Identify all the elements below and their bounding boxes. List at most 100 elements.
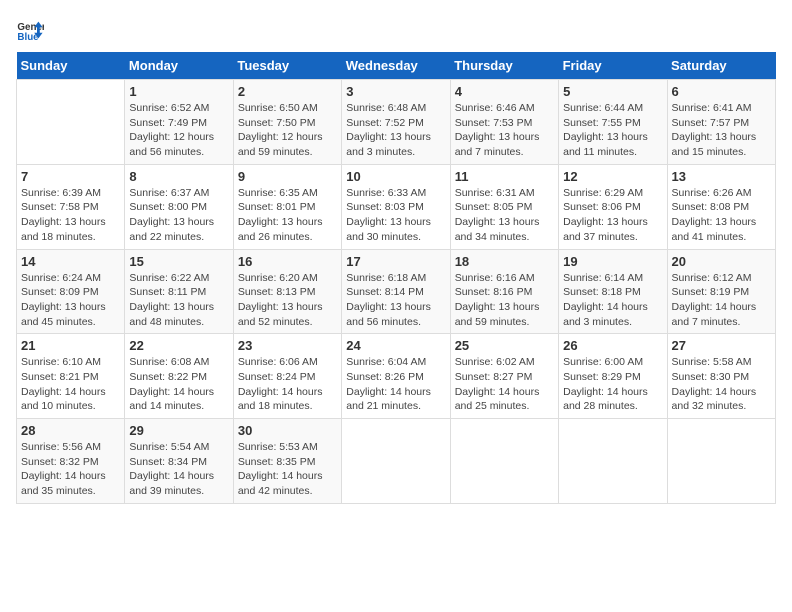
logo: General Blue bbox=[16, 16, 44, 44]
day-number: 28 bbox=[21, 423, 120, 438]
day-info: Sunrise: 6:29 AMSunset: 8:06 PMDaylight:… bbox=[563, 186, 662, 245]
day-number: 22 bbox=[129, 338, 228, 353]
day-number: 8 bbox=[129, 169, 228, 184]
day-cell: 23 Sunrise: 6:06 AMSunset: 8:24 PMDaylig… bbox=[233, 334, 341, 419]
day-cell: 20 Sunrise: 6:12 AMSunset: 8:19 PMDaylig… bbox=[667, 249, 775, 334]
day-cell: 2 Sunrise: 6:50 AMSunset: 7:50 PMDayligh… bbox=[233, 80, 341, 165]
days-header-row: SundayMondayTuesdayWednesdayThursdayFrid… bbox=[17, 52, 776, 80]
week-row-4: 21 Sunrise: 6:10 AMSunset: 8:21 PMDaylig… bbox=[17, 334, 776, 419]
day-number: 29 bbox=[129, 423, 228, 438]
day-info: Sunrise: 5:58 AMSunset: 8:30 PMDaylight:… bbox=[672, 355, 771, 414]
day-number: 12 bbox=[563, 169, 662, 184]
day-number: 18 bbox=[455, 254, 554, 269]
day-number: 30 bbox=[238, 423, 337, 438]
week-row-1: 1 Sunrise: 6:52 AMSunset: 7:49 PMDayligh… bbox=[17, 80, 776, 165]
day-info: Sunrise: 6:37 AMSunset: 8:00 PMDaylight:… bbox=[129, 186, 228, 245]
day-cell: 27 Sunrise: 5:58 AMSunset: 8:30 PMDaylig… bbox=[667, 334, 775, 419]
day-info: Sunrise: 6:02 AMSunset: 8:27 PMDaylight:… bbox=[455, 355, 554, 414]
day-info: Sunrise: 6:16 AMSunset: 8:16 PMDaylight:… bbox=[455, 271, 554, 330]
day-number: 5 bbox=[563, 84, 662, 99]
day-cell: 5 Sunrise: 6:44 AMSunset: 7:55 PMDayligh… bbox=[559, 80, 667, 165]
day-cell: 29 Sunrise: 5:54 AMSunset: 8:34 PMDaylig… bbox=[125, 419, 233, 504]
day-info: Sunrise: 6:52 AMSunset: 7:49 PMDaylight:… bbox=[129, 101, 228, 160]
day-header-tuesday: Tuesday bbox=[233, 52, 341, 80]
day-cell bbox=[559, 419, 667, 504]
day-cell: 24 Sunrise: 6:04 AMSunset: 8:26 PMDaylig… bbox=[342, 334, 450, 419]
day-cell: 8 Sunrise: 6:37 AMSunset: 8:00 PMDayligh… bbox=[125, 164, 233, 249]
day-info: Sunrise: 6:08 AMSunset: 8:22 PMDaylight:… bbox=[129, 355, 228, 414]
day-cell: 25 Sunrise: 6:02 AMSunset: 8:27 PMDaylig… bbox=[450, 334, 558, 419]
day-number: 7 bbox=[21, 169, 120, 184]
day-cell: 1 Sunrise: 6:52 AMSunset: 7:49 PMDayligh… bbox=[125, 80, 233, 165]
day-cell bbox=[17, 80, 125, 165]
day-cell: 15 Sunrise: 6:22 AMSunset: 8:11 PMDaylig… bbox=[125, 249, 233, 334]
day-number: 16 bbox=[238, 254, 337, 269]
day-cell: 9 Sunrise: 6:35 AMSunset: 8:01 PMDayligh… bbox=[233, 164, 341, 249]
day-info: Sunrise: 6:41 AMSunset: 7:57 PMDaylight:… bbox=[672, 101, 771, 160]
day-info: Sunrise: 6:39 AMSunset: 7:58 PMDaylight:… bbox=[21, 186, 120, 245]
week-row-2: 7 Sunrise: 6:39 AMSunset: 7:58 PMDayligh… bbox=[17, 164, 776, 249]
day-cell: 3 Sunrise: 6:48 AMSunset: 7:52 PMDayligh… bbox=[342, 80, 450, 165]
day-info: Sunrise: 5:53 AMSunset: 8:35 PMDaylight:… bbox=[238, 440, 337, 499]
day-header-friday: Friday bbox=[559, 52, 667, 80]
day-number: 10 bbox=[346, 169, 445, 184]
day-cell: 21 Sunrise: 6:10 AMSunset: 8:21 PMDaylig… bbox=[17, 334, 125, 419]
day-number: 11 bbox=[455, 169, 554, 184]
day-info: Sunrise: 6:14 AMSunset: 8:18 PMDaylight:… bbox=[563, 271, 662, 330]
day-cell: 10 Sunrise: 6:33 AMSunset: 8:03 PMDaylig… bbox=[342, 164, 450, 249]
day-info: Sunrise: 6:22 AMSunset: 8:11 PMDaylight:… bbox=[129, 271, 228, 330]
day-info: Sunrise: 6:26 AMSunset: 8:08 PMDaylight:… bbox=[672, 186, 771, 245]
day-number: 27 bbox=[672, 338, 771, 353]
day-number: 21 bbox=[21, 338, 120, 353]
day-cell: 6 Sunrise: 6:41 AMSunset: 7:57 PMDayligh… bbox=[667, 80, 775, 165]
day-header-wednesday: Wednesday bbox=[342, 52, 450, 80]
day-info: Sunrise: 6:35 AMSunset: 8:01 PMDaylight:… bbox=[238, 186, 337, 245]
day-info: Sunrise: 6:10 AMSunset: 8:21 PMDaylight:… bbox=[21, 355, 120, 414]
week-row-5: 28 Sunrise: 5:56 AMSunset: 8:32 PMDaylig… bbox=[17, 419, 776, 504]
day-number: 9 bbox=[238, 169, 337, 184]
day-cell: 11 Sunrise: 6:31 AMSunset: 8:05 PMDaylig… bbox=[450, 164, 558, 249]
day-number: 15 bbox=[129, 254, 228, 269]
day-number: 23 bbox=[238, 338, 337, 353]
day-cell: 17 Sunrise: 6:18 AMSunset: 8:14 PMDaylig… bbox=[342, 249, 450, 334]
day-number: 26 bbox=[563, 338, 662, 353]
day-number: 19 bbox=[563, 254, 662, 269]
day-number: 1 bbox=[129, 84, 228, 99]
day-cell: 30 Sunrise: 5:53 AMSunset: 8:35 PMDaylig… bbox=[233, 419, 341, 504]
day-header-thursday: Thursday bbox=[450, 52, 558, 80]
day-info: Sunrise: 6:04 AMSunset: 8:26 PMDaylight:… bbox=[346, 355, 445, 414]
day-cell: 19 Sunrise: 6:14 AMSunset: 8:18 PMDaylig… bbox=[559, 249, 667, 334]
day-number: 20 bbox=[672, 254, 771, 269]
day-info: Sunrise: 6:33 AMSunset: 8:03 PMDaylight:… bbox=[346, 186, 445, 245]
day-number: 4 bbox=[455, 84, 554, 99]
day-header-sunday: Sunday bbox=[17, 52, 125, 80]
day-info: Sunrise: 5:54 AMSunset: 8:34 PMDaylight:… bbox=[129, 440, 228, 499]
day-info: Sunrise: 6:06 AMSunset: 8:24 PMDaylight:… bbox=[238, 355, 337, 414]
day-info: Sunrise: 6:00 AMSunset: 8:29 PMDaylight:… bbox=[563, 355, 662, 414]
day-cell: 18 Sunrise: 6:16 AMSunset: 8:16 PMDaylig… bbox=[450, 249, 558, 334]
header: General Blue bbox=[16, 16, 776, 44]
day-info: Sunrise: 6:50 AMSunset: 7:50 PMDaylight:… bbox=[238, 101, 337, 160]
day-header-monday: Monday bbox=[125, 52, 233, 80]
day-number: 14 bbox=[21, 254, 120, 269]
day-cell bbox=[342, 419, 450, 504]
day-header-saturday: Saturday bbox=[667, 52, 775, 80]
day-cell: 4 Sunrise: 6:46 AMSunset: 7:53 PMDayligh… bbox=[450, 80, 558, 165]
logo-icon: General Blue bbox=[16, 16, 44, 44]
day-cell: 7 Sunrise: 6:39 AMSunset: 7:58 PMDayligh… bbox=[17, 164, 125, 249]
day-cell: 28 Sunrise: 5:56 AMSunset: 8:32 PMDaylig… bbox=[17, 419, 125, 504]
day-number: 3 bbox=[346, 84, 445, 99]
day-info: Sunrise: 6:46 AMSunset: 7:53 PMDaylight:… bbox=[455, 101, 554, 160]
day-number: 2 bbox=[238, 84, 337, 99]
day-cell: 26 Sunrise: 6:00 AMSunset: 8:29 PMDaylig… bbox=[559, 334, 667, 419]
day-cell: 22 Sunrise: 6:08 AMSunset: 8:22 PMDaylig… bbox=[125, 334, 233, 419]
day-info: Sunrise: 6:12 AMSunset: 8:19 PMDaylight:… bbox=[672, 271, 771, 330]
week-row-3: 14 Sunrise: 6:24 AMSunset: 8:09 PMDaylig… bbox=[17, 249, 776, 334]
day-info: Sunrise: 6:48 AMSunset: 7:52 PMDaylight:… bbox=[346, 101, 445, 160]
day-cell: 13 Sunrise: 6:26 AMSunset: 8:08 PMDaylig… bbox=[667, 164, 775, 249]
day-cell: 14 Sunrise: 6:24 AMSunset: 8:09 PMDaylig… bbox=[17, 249, 125, 334]
day-number: 24 bbox=[346, 338, 445, 353]
day-info: Sunrise: 6:31 AMSunset: 8:05 PMDaylight:… bbox=[455, 186, 554, 245]
day-cell bbox=[450, 419, 558, 504]
day-cell bbox=[667, 419, 775, 504]
